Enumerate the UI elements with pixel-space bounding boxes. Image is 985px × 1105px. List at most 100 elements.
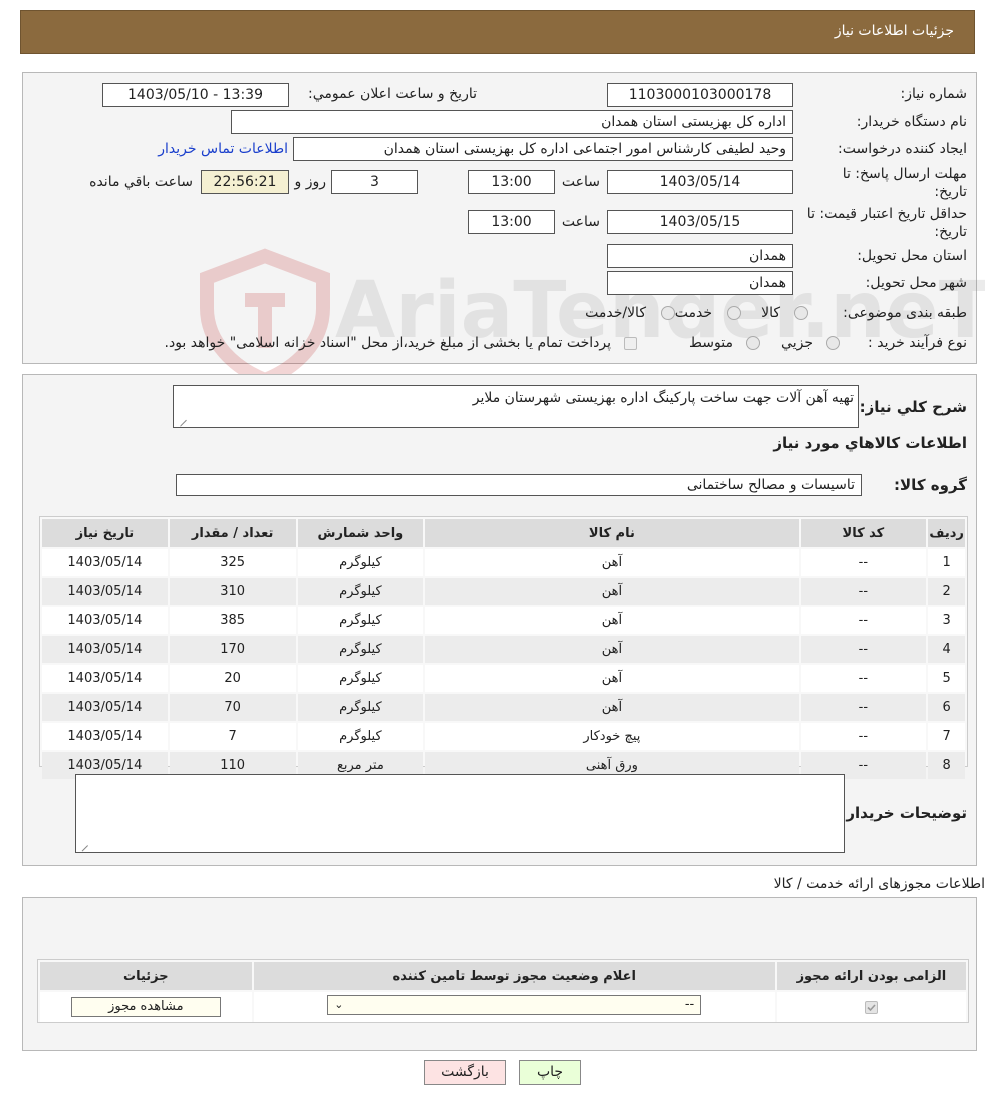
validity-date-field: 1403/05/15 (607, 210, 793, 234)
status-select-value: -- (684, 997, 695, 1012)
page-title: جزئیات اطلاعات نیاز (834, 23, 954, 39)
name-cell: آهن (425, 694, 799, 721)
required-cell (776, 992, 966, 1022)
date-cell: 1403/05/14 (42, 723, 168, 750)
date-cell: 1403/05/14 (42, 549, 168, 576)
city-label: شهر محل تحویل: (865, 275, 967, 291)
back-button[interactable]: بازگشت (424, 1060, 506, 1085)
category-radio-service[interactable] (727, 306, 741, 320)
name-cell: آهن (425, 636, 799, 663)
date-cell: 1403/05/14 (42, 665, 168, 692)
city-field: همدان (607, 271, 793, 295)
treasury-checkbox[interactable] (624, 337, 637, 350)
row-number-cell: 1 (928, 549, 965, 576)
process-radio-minor[interactable] (826, 336, 840, 350)
process-radio-medium[interactable] (746, 336, 760, 350)
date-cell: 1403/05/14 (42, 607, 168, 634)
col-header-qty: تعداد / مقدار (169, 519, 296, 547)
goods-table-wrap: ردیف کد کالا نام کالا واحد شمارش تعداد /… (39, 516, 968, 779)
creator-field: وحید لطیفی کارشناس امور اجتماعی اداره کل… (293, 137, 793, 161)
code-cell: -- (800, 636, 927, 663)
category-option-goods-service: کالا/خدمت (585, 305, 646, 321)
row-number-cell: 6 (928, 694, 965, 721)
buyer-notes-label: توضیحات خریدار: (840, 804, 967, 822)
table-row: 1 -- آهن کیلوگرم 325 1403/05/14 (42, 549, 965, 576)
unit-cell: کیلوگرم (297, 694, 424, 721)
deadline-date-field: 1403/05/14 (607, 170, 793, 194)
resize-handle-icon[interactable] (174, 414, 187, 427)
qty-cell: 7 (169, 723, 296, 750)
unit-cell: کیلوگرم (297, 578, 424, 605)
code-cell: -- (800, 607, 927, 634)
name-cell: آهن (425, 549, 799, 576)
deadline-label-date: تاریخ: (934, 184, 967, 200)
deadline-time-field: 13:00 (468, 170, 555, 194)
checkmark-icon (867, 1003, 876, 1011)
announce-field: 1403/05/10 - 13:39 (102, 83, 289, 107)
permits-table-wrap: الزامی بودن ارائه مجوز اعلام وضعیت مجوز … (37, 959, 969, 1023)
deadline-time-label: ساعت (561, 174, 600, 190)
goods-table-body: 1 -- آهن کیلوگرم 325 1403/05/14 2 -- آهن کیلوگرم 3… (42, 549, 965, 779)
description-label: شرح کلي نیاز: (859, 398, 967, 416)
days-label: روز و (294, 174, 327, 190)
name-cell: آهن (425, 607, 799, 634)
name-cell: آهن (425, 578, 799, 605)
qty-cell: 20 (169, 665, 296, 692)
qty-cell: 70 (169, 694, 296, 721)
row-number-cell: 4 (928, 636, 965, 663)
qty-cell: 170 (169, 636, 296, 663)
col-header-required: الزامی بودن ارائه مجوز (776, 962, 966, 990)
category-radio-goods[interactable] (794, 306, 808, 320)
page-header: جزئیات اطلاعات نیاز (20, 10, 975, 54)
name-cell: آهن (425, 665, 799, 692)
table-row: 2 -- آهن کیلوگرم 310 1403/05/14 (42, 578, 965, 605)
process-option-minor: جزیي (781, 335, 813, 351)
row-number-cell: 5 (928, 665, 965, 692)
col-header-name: نام کالا (425, 519, 799, 547)
buyer-field: اداره کل بهزیستی استان همدان (231, 110, 793, 134)
need-number-label: شماره نیاز: (900, 86, 968, 102)
table-row: 5 -- آهن کیلوگرم 20 1403/05/14 (42, 665, 965, 692)
qty-cell: 325 (169, 549, 296, 576)
validity-label: حداقل تاریخ اعتبار قیمت: تا (806, 206, 967, 222)
col-header-unit: واحد شمارش (297, 519, 424, 547)
status-select[interactable]: -- ⌄ (327, 995, 702, 1015)
details-cell: مشاهده مجوز (40, 992, 252, 1022)
qty-cell: 385 (169, 607, 296, 634)
date-cell: 1403/05/14 (42, 578, 168, 605)
table-row: 4 -- آهن کیلوگرم 170 1403/05/14 (42, 636, 965, 663)
unit-cell: کیلوگرم (297, 549, 424, 576)
date-cell: 1403/05/14 (42, 636, 168, 663)
remaining-label: ساعت باقي مانده (89, 174, 193, 190)
row-number-cell: 7 (928, 723, 965, 750)
buyer-contact-link[interactable]: اطلاعات تماس خریدار (158, 141, 288, 157)
name-cell: پیچ خودکار (425, 723, 799, 750)
goods-table: ردیف کد کالا نام کالا واحد شمارش تعداد /… (40, 517, 967, 781)
description-text: تهیه آهن آلات جهت ساخت پارکینگ اداره بهز… (472, 390, 854, 406)
row-number-cell: 2 (928, 578, 965, 605)
goods-section-title: اطلاعات کالاهاي مورد نیاز (773, 434, 967, 452)
deadline-label: مهلت ارسال پاسخ: تا (842, 166, 967, 182)
validity-label-date: تاریخ: (934, 224, 967, 240)
remaining-time-field: 22:56:21 (201, 170, 289, 194)
code-cell: -- (800, 723, 927, 750)
category-label: طبقه بندی موضوعی: (843, 305, 967, 321)
need-number-field: 1103000103000178 (607, 83, 793, 107)
code-cell: -- (800, 665, 927, 692)
row-number-cell: 8 (928, 752, 965, 779)
permits-section-title: اطلاعات مجوزهای ارائه خدمت / کالا (773, 876, 985, 892)
print-button[interactable]: چاپ (519, 1060, 581, 1085)
province-label: استان محل تحویل: (857, 248, 967, 264)
required-checkbox[interactable] (864, 1000, 878, 1014)
permits-row: -- ⌄ مشاهده مجوز (40, 992, 966, 1022)
category-option-service: خدمت (674, 305, 712, 321)
code-cell: -- (800, 578, 927, 605)
category-radio-goods-service[interactable] (661, 306, 675, 320)
row-number-cell: 3 (928, 607, 965, 634)
view-permit-button[interactable]: مشاهده مجوز (70, 997, 221, 1017)
resize-handle-icon[interactable] (75, 839, 89, 852)
table-row: 3 -- آهن کیلوگرم 385 1403/05/14 (42, 607, 965, 634)
col-header-row: ردیف (928, 519, 965, 547)
buyer-notes-field (75, 774, 845, 853)
buyer-label: نام دستگاه خریدار: (856, 114, 967, 130)
